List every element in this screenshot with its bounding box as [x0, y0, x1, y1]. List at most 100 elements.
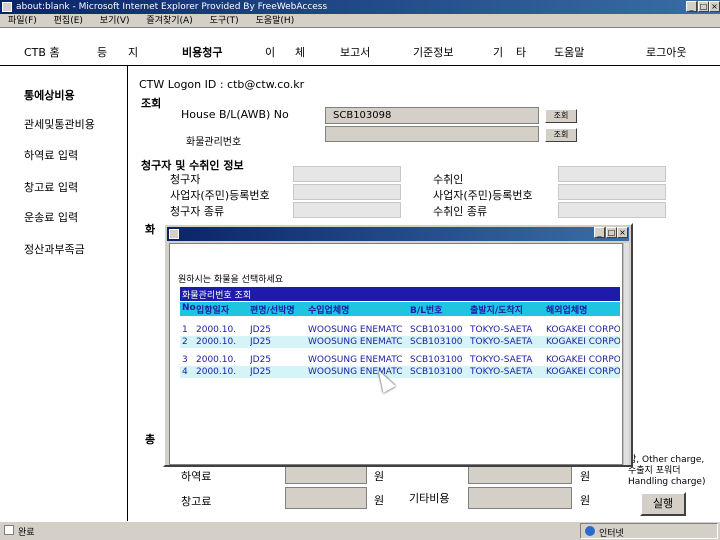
storage-fee-input[interactable] [285, 487, 367, 509]
nav-divider [0, 65, 720, 66]
sidebar-item-transport[interactable]: 운송료 입력 [24, 209, 78, 225]
recipient-type-field[interactable] [558, 202, 666, 218]
popup-maximize-button[interactable]: □ [606, 227, 617, 238]
recipient-type-label: 수취인 종류 [433, 205, 488, 218]
charges-note: 함, Other charge, 수출지 포워더 Handling charge… [628, 455, 706, 487]
recipient-reg-field[interactable] [558, 184, 666, 200]
zone-panel: 인터넷 [580, 523, 718, 539]
run-button[interactable]: 실행 [640, 492, 686, 516]
sidebar-item-customs[interactable]: 관세및통관비용 [24, 116, 95, 132]
claimant-type-field[interactable] [293, 202, 401, 218]
nav-master-data[interactable]: 기준정보 [413, 44, 453, 60]
row-origin-dest: TOKYO-SAETA [470, 367, 533, 377]
table-row[interactable]: 2 2000.10. JD25 WOOSUNG ENEMATC SCB10310… [180, 336, 620, 348]
menu-help[interactable]: 도움말(H) [256, 16, 295, 26]
nav-register-b[interactable]: 지 [128, 44, 138, 60]
row-bl-number: SCB103100 [410, 325, 463, 335]
claimant-label: 청구자 [170, 173, 201, 186]
popup-instruction: 원하시는 화물을 선택하세요 [178, 275, 284, 285]
row-overseas-company: KOGAKEI CORPORATION [546, 367, 620, 377]
nav-register-a[interactable]: 등 [97, 44, 107, 60]
table-row[interactable]: 1 2000.10. JD25 WOOSUNG ENEMATC SCB10310… [180, 324, 620, 336]
lookup-section-title: 조회 [141, 97, 162, 110]
window-titlebar: about:blank - Microsoft Internet Explore… [0, 0, 720, 14]
house-bl-input[interactable]: SCB103098 [325, 107, 539, 124]
other-cost-unit: 원 [580, 494, 591, 507]
row-overseas-company: KOGAKEI CORPORATION [546, 355, 620, 365]
other-cost-label: 기타비용 [409, 492, 450, 505]
col-overseas-company: 해외업체명 [546, 306, 588, 316]
lookup-cargo-button[interactable]: 조회 [545, 128, 577, 142]
lookup-bl-button[interactable]: 조회 [545, 109, 577, 123]
row-no: 4 [182, 367, 188, 377]
claimant-reg-label: 사업자(주민)등록번호 [170, 189, 270, 202]
sidebar-item-settlement[interactable]: 정산과부족금 [24, 241, 85, 257]
sidebar-item-loading[interactable]: 하역료 입력 [24, 147, 78, 163]
nav-etc-b[interactable]: 타 [516, 44, 526, 60]
popup-ie-icon [169, 229, 179, 239]
row-origin-dest: TOKYO-SAETA [470, 325, 533, 335]
row-flight: JD25 [250, 337, 272, 347]
table-row[interactable]: 3 2000.10. JD25 WOOSUNG ENEMATC SCB10310… [180, 354, 620, 366]
row-origin-dest: TOKYO-SAETA [470, 337, 533, 347]
row-overseas-company: KOGAKEI CORPORATION [546, 325, 620, 335]
nav-transfer-a[interactable]: 이 [265, 44, 275, 60]
nav-billing[interactable]: 비용청구 [182, 44, 222, 60]
loading-fee-unit: 원 [374, 470, 385, 483]
row-arrival-date: 2000.10. [196, 325, 237, 335]
row-flight: JD25 [250, 367, 272, 377]
col-importer: 수입업체명 [308, 306, 350, 316]
sidebar-item-total-cost[interactable]: 통에상비용 [24, 87, 75, 103]
loading-fee-input[interactable] [285, 466, 367, 484]
nav-etc-a[interactable]: 기 [493, 44, 503, 60]
cargo-list-title: 화물관리번호 조회 [182, 291, 252, 301]
storage-fee-unit: 원 [374, 494, 385, 507]
nav-reports[interactable]: 보고서 [340, 44, 370, 60]
row-bl-number: SCB103100 [410, 355, 463, 365]
menu-tools[interactable]: 도구(T) [210, 16, 239, 26]
row-no: 3 [182, 355, 188, 365]
misc-input[interactable] [468, 466, 572, 484]
claimant-reg-field[interactable] [293, 184, 401, 200]
total-section-title: 총 [145, 433, 156, 446]
top-navigation: CTB 홈 등 지 비용청구 이 체 보고서 기준정보 기 타 도움말 로그아웃 [0, 40, 720, 64]
misc-unit: 원 [580, 470, 591, 483]
claimant-field[interactable] [293, 166, 401, 182]
house-bl-label: House B/L(AWB) No [181, 108, 289, 121]
cargo-number-input[interactable] [325, 126, 539, 142]
col-no: No [182, 303, 196, 313]
row-overseas-company: KOGAKEI CORPORATION [546, 337, 620, 347]
row-flight: JD25 [250, 325, 272, 335]
other-cost-input[interactable] [468, 487, 572, 509]
close-button[interactable]: × [709, 1, 720, 12]
menubar: 파일(F) 편집(E) 보기(V) 즐겨찾기(A) 도구(T) 도움말(H) [0, 14, 720, 28]
nav-help[interactable]: 도움말 [554, 44, 584, 60]
popup-minimize-button[interactable]: _ [594, 227, 605, 238]
sidebar-item-storage[interactable]: 창고료 입력 [24, 179, 78, 195]
nav-logout[interactable]: 로그아웃 [646, 44, 686, 60]
menu-edit[interactable]: 편집(E) [54, 16, 83, 26]
sidebar-divider [127, 66, 128, 521]
row-importer: WOOSUNG ENEMATC [308, 325, 403, 335]
popup-close-button[interactable]: × [617, 227, 628, 238]
popup-scrollbar[interactable] [623, 243, 629, 465]
table-row[interactable]: 4 2000.10. JD25 WOOSUNG ENEMATC SCB10310… [180, 366, 620, 378]
popup-body: 원하시는 화물을 선택하세요 화물관리번호 조회 No 입항일자 편명/선박명 … [169, 243, 623, 465]
menu-view[interactable]: 보기(V) [100, 16, 130, 26]
menu-favorites[interactable]: 즐겨찾기(A) [146, 16, 192, 26]
menu-file[interactable]: 파일(F) [8, 16, 37, 26]
row-arrival-date: 2000.10. [196, 367, 237, 377]
minimize-button[interactable]: _ [686, 1, 697, 12]
nav-transfer-b[interactable]: 체 [295, 44, 305, 60]
cargo-lookup-popup: _ □ × 원하시는 화물을 선택하세요 화물관리번호 조회 No 입항일자 편… [163, 223, 633, 467]
row-arrival-date: 2000.10. [196, 337, 237, 347]
recipient-field[interactable] [558, 166, 666, 182]
nav-home[interactable]: CTB 홈 [24, 44, 60, 60]
row-importer: WOOSUNG ENEMATC [308, 355, 403, 365]
popup-titlebar [167, 227, 629, 241]
globe-icon [585, 526, 595, 536]
grid-header: No 입항일자 편명/선박명 수입업체명 B/L번호 출발지/도착지 해외업체명 [180, 302, 620, 316]
status-text: 완료 [18, 528, 35, 538]
zone-text: 인터넷 [599, 529, 624, 539]
maximize-button[interactable]: □ [698, 1, 709, 12]
